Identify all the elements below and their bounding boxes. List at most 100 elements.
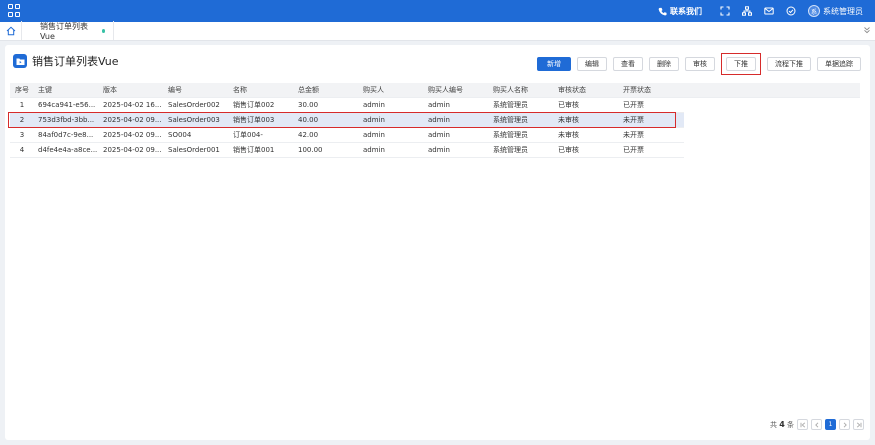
row-index: 2 xyxy=(19,116,25,124)
table-row[interactable]: 1 694ca941-e56... 2025-04-02 16... Sales… xyxy=(10,98,684,113)
check-circle-icon[interactable] xyxy=(785,5,797,17)
fullscreen-icon[interactable] xyxy=(719,5,731,17)
cell-buyer-code: admin xyxy=(428,101,450,109)
network-icon[interactable] xyxy=(741,5,753,17)
cell-invoice-status: 已开票 xyxy=(623,146,644,154)
page-number-current[interactable]: 1 xyxy=(825,419,836,430)
first-page-icon[interactable] xyxy=(797,419,808,430)
cell-id: d4fe4e4a-a8ce... xyxy=(38,146,98,154)
top-bar: 联系我们 系 系统管理员 xyxy=(0,0,875,22)
new-button[interactable]: 新增 xyxy=(537,57,571,71)
cell-buyer: admin xyxy=(363,146,385,154)
view-button[interactable]: 查看 xyxy=(613,57,643,71)
column-header[interactable]: 主键 xyxy=(34,85,99,95)
cell-buyer-name: 系统管理员 xyxy=(493,116,528,124)
last-page-icon[interactable] xyxy=(853,419,864,430)
cell-version: 2025-04-02 09... xyxy=(103,131,162,139)
tab-label: 销售订单列表Vue xyxy=(40,21,88,41)
cell-name: 销售订单002 xyxy=(233,101,275,109)
column-header[interactable]: 开票状态 xyxy=(619,85,679,95)
pagination: 共 4 条 1 xyxy=(770,419,864,430)
cell-buyer: admin xyxy=(363,101,385,109)
cell-id: 694ca941-e56... xyxy=(38,101,96,109)
next-page-icon[interactable] xyxy=(839,419,850,430)
row-index: 4 xyxy=(19,146,25,154)
cell-invoice-status: 已开票 xyxy=(623,101,644,109)
cell-name: 订单004- xyxy=(233,131,263,139)
cell-version: 2025-04-02 16... xyxy=(103,101,162,109)
cell-audit-status: 已审核 xyxy=(558,101,579,109)
tab-active-dot xyxy=(101,28,105,33)
cell-buyer: admin xyxy=(363,116,385,124)
column-header[interactable]: 购买人编号 xyxy=(424,85,489,95)
cell-name: 销售订单001 xyxy=(233,146,275,154)
mail-icon[interactable] xyxy=(763,5,775,17)
row-index: 1 xyxy=(19,101,25,109)
cell-buyer-name: 系统管理员 xyxy=(493,146,528,154)
cell-number: SalesOrder003 xyxy=(168,116,220,124)
apps-grid-icon[interactable] xyxy=(8,4,22,18)
table-row-selected[interactable]: 2 753d3fbd-3bb... 2025-04-02 09... Sales… xyxy=(8,112,684,128)
main-panel: 销售订单列表Vue 新增 编辑 查看 删除 审核 下推 流程下推 单据追踪 序号… xyxy=(5,45,870,440)
tab-sales-order-list[interactable]: 销售订单列表Vue xyxy=(22,21,114,41)
flow-push-button[interactable]: 流程下推 xyxy=(767,57,811,71)
cell-number: SalesOrder002 xyxy=(168,101,220,109)
cell-id: 753d3fbd-3bb... xyxy=(38,116,95,124)
cell-buyer-name: 系统管理员 xyxy=(493,101,528,109)
column-header[interactable]: 购买人名称 xyxy=(489,85,554,95)
user-name: 系统管理员 xyxy=(823,6,863,16)
cell-invoice-status: 未开票 xyxy=(623,131,644,139)
column-header[interactable]: 编号 xyxy=(164,85,229,95)
cell-buyer-code: admin xyxy=(428,131,450,139)
page-title: 销售订单列表Vue xyxy=(32,55,119,68)
user-menu[interactable]: 系 系统管理员 xyxy=(808,5,863,17)
column-header[interactable]: 版本 xyxy=(99,85,164,95)
cell-buyer: admin xyxy=(363,131,385,139)
toolbar: 新增 编辑 查看 删除 审核 下推 流程下推 单据追踪 xyxy=(531,53,861,75)
table-row[interactable]: 3 84af0d7c-9e8... 2025-04-02 09... SO004… xyxy=(10,128,684,143)
cell-number: SalesOrder001 xyxy=(168,146,220,154)
edit-button[interactable]: 编辑 xyxy=(577,57,607,71)
table-header: 序号 主键 版本 编号 名称 总金额 购买人 购买人编号 购买人名称 审核状态 … xyxy=(10,83,860,98)
cell-number: SO004 xyxy=(168,131,192,139)
cell-amount: 100.00 xyxy=(298,146,323,154)
table-body: 1 694ca941-e56... 2025-04-02 16... Sales… xyxy=(8,98,684,158)
cell-amount: 42.00 xyxy=(298,131,319,139)
cell-audit-status: 已审核 xyxy=(558,146,579,154)
avatar: 系 xyxy=(808,5,820,17)
chevron-double-down-icon[interactable] xyxy=(863,26,871,36)
cell-audit-status: 未审核 xyxy=(558,116,579,124)
cell-amount: 40.00 xyxy=(298,116,319,124)
column-header[interactable]: 总金额 xyxy=(294,85,359,95)
tab-bar: 销售订单列表Vue xyxy=(0,21,875,41)
document-tracking-button[interactable]: 单据追踪 xyxy=(817,57,861,71)
cell-id: 84af0d7c-9e8... xyxy=(38,131,94,139)
contact-us-label: 联系我们 xyxy=(670,6,702,16)
column-header[interactable]: 名称 xyxy=(229,85,294,95)
cell-amount: 30.00 xyxy=(298,101,319,109)
list-page-icon xyxy=(13,54,27,68)
cell-buyer-name: 系统管理员 xyxy=(493,131,528,139)
home-tab[interactable] xyxy=(0,21,22,40)
cell-buyer-code: admin xyxy=(428,116,450,124)
sales-order-table: 序号 主键 版本 编号 名称 总金额 购买人 购买人编号 购买人名称 审核状态 … xyxy=(8,83,860,158)
audit-button[interactable]: 审核 xyxy=(685,57,715,71)
push-button-highlight: 下推 xyxy=(721,53,761,75)
cell-name: 销售订单003 xyxy=(233,116,275,124)
top-bar-right: 联系我们 系 系统管理员 xyxy=(658,0,875,22)
page-header: 销售订单列表Vue xyxy=(13,53,119,69)
cell-version: 2025-04-02 09... xyxy=(103,116,162,124)
column-header[interactable]: 序号 xyxy=(10,85,34,95)
column-header[interactable]: 购买人 xyxy=(359,85,424,95)
delete-button[interactable]: 删除 xyxy=(649,57,679,71)
contact-us-link[interactable]: 联系我们 xyxy=(658,6,702,17)
prev-page-icon[interactable] xyxy=(811,419,822,430)
cell-audit-status: 未审核 xyxy=(558,131,579,139)
cell-invoice-status: 未开票 xyxy=(623,116,644,124)
cell-version: 2025-04-02 09... xyxy=(103,146,162,154)
row-index: 3 xyxy=(19,131,25,139)
push-down-button[interactable]: 下推 xyxy=(726,57,756,71)
cell-buyer-code: admin xyxy=(428,146,450,154)
table-row[interactable]: 4 d4fe4e4a-a8ce... 2025-04-02 09... Sale… xyxy=(10,143,684,158)
column-header[interactable]: 审核状态 xyxy=(554,85,619,95)
